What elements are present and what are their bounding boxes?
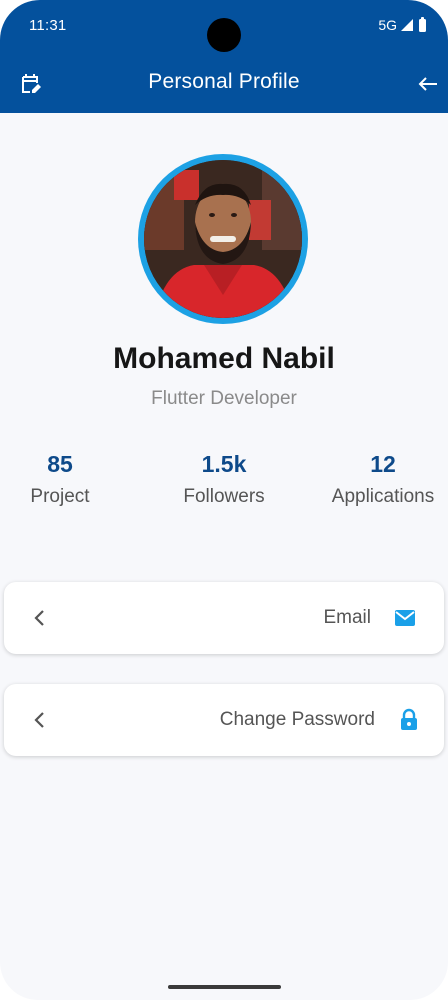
stat-label: Followers: [183, 486, 265, 507]
stat-followers: 1.5k Followers: [149, 450, 299, 509]
lock-icon: [401, 708, 417, 730]
profile-name: Mohamed Nabil: [113, 342, 335, 375]
change-password-label: Change Password: [219, 709, 375, 730]
battery-icon: [419, 16, 426, 32]
status-time: 11:31: [29, 17, 67, 34]
stat-label: Project: [30, 486, 90, 507]
phone-screen: 11:31 5G Personal Profile Mohamed Nabil …: [0, 0, 448, 1000]
arrow-back-icon[interactable]: [416, 72, 440, 96]
chevron-left-icon: [34, 610, 44, 626]
status-icons: 5G: [378, 16, 426, 33]
home-indicator[interactable]: [168, 985, 281, 989]
profile-role: Flutter Developer: [151, 388, 297, 409]
stat-value: 85: [47, 451, 73, 477]
avatar-ring: [138, 154, 308, 324]
avatar[interactable]: [144, 160, 302, 318]
change-password-card[interactable]: Change Password: [4, 684, 444, 756]
email-card[interactable]: Email: [4, 582, 444, 654]
app-bar: 11:31 5G Personal Profile: [0, 0, 448, 113]
stat-projects: 85 Project: [0, 450, 135, 509]
chevron-left-icon: [34, 712, 44, 728]
email-label: Email: [323, 607, 371, 628]
network-type: 5G: [378, 17, 397, 33]
front-camera: [207, 18, 241, 52]
stat-applications: 12 Applications: [308, 450, 448, 509]
page-title: Personal Profile: [148, 70, 300, 93]
avatar-photo: [144, 160, 302, 318]
signal-icon: [401, 19, 413, 31]
mail-icon: [395, 610, 415, 626]
stat-value: 1.5k: [201, 451, 247, 477]
stat-value: 12: [370, 451, 396, 477]
stat-label: Applications: [331, 486, 435, 507]
